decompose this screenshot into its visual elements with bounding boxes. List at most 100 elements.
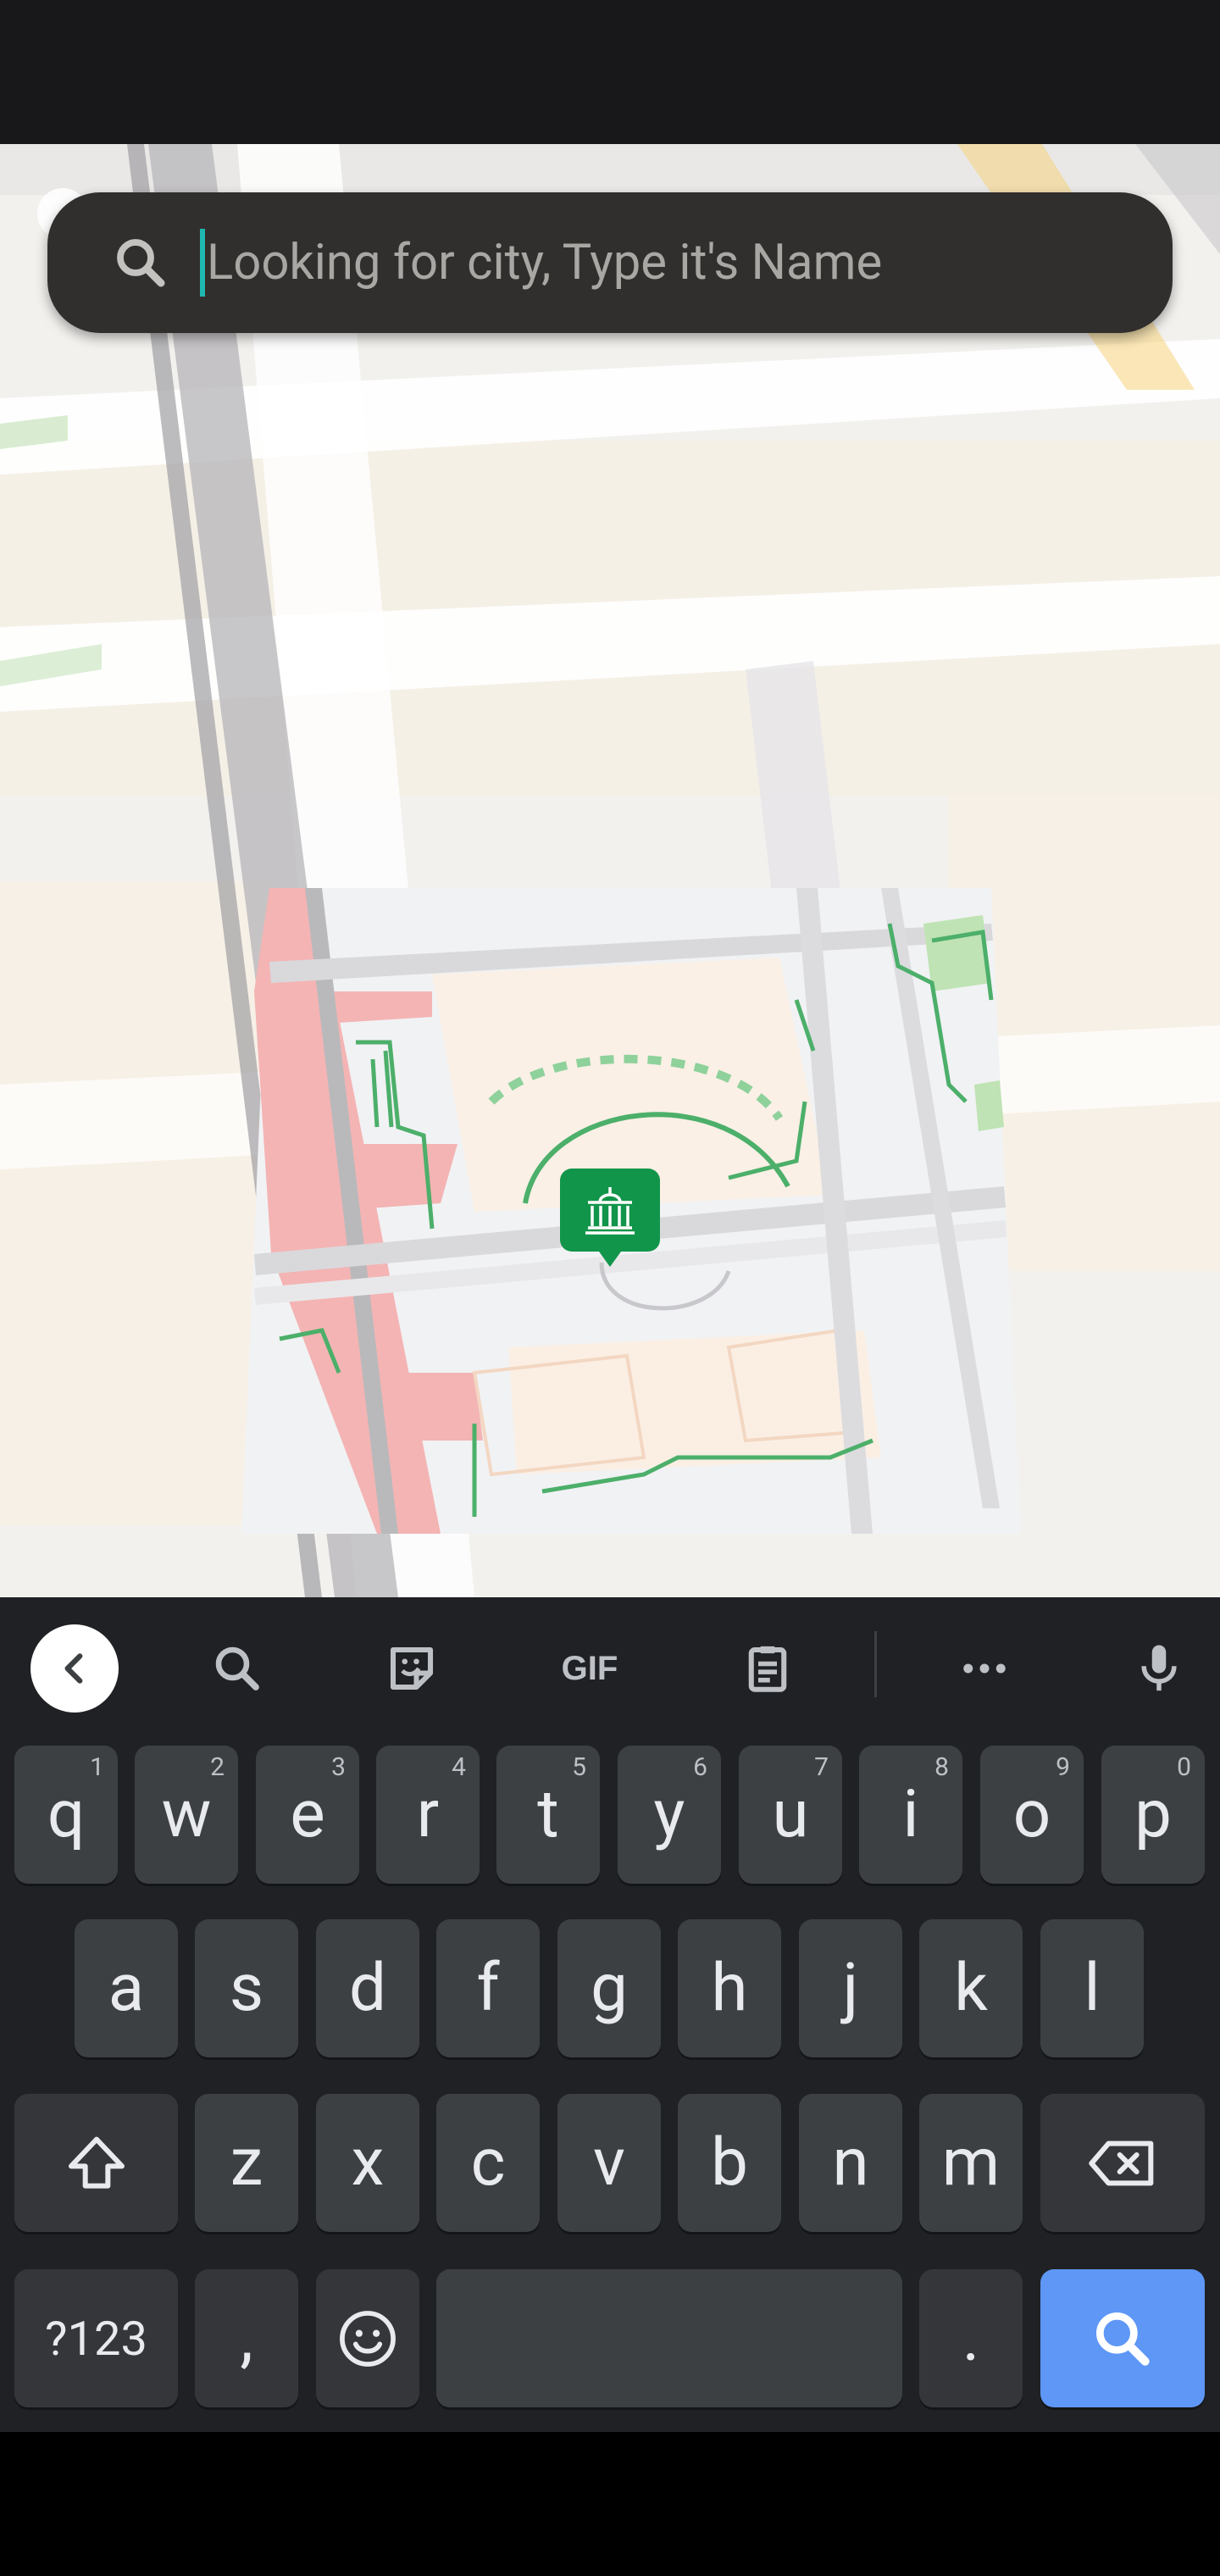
mic-icon bbox=[1141, 1645, 1177, 1691]
key-hint: 1 bbox=[90, 1752, 104, 1782]
key-label: i bbox=[902, 1776, 919, 1853]
shift-key[interactable] bbox=[14, 2094, 178, 2232]
key-label: d bbox=[349, 1950, 386, 2027]
gif-button[interactable]: GIF bbox=[547, 1629, 632, 1707]
status-bar bbox=[0, 0, 1220, 144]
key-label: l bbox=[1084, 1950, 1101, 2027]
key-m[interactable]: m bbox=[919, 2094, 1023, 2232]
key-b[interactable]: b bbox=[678, 2094, 781, 2232]
sticker-button[interactable] bbox=[373, 1629, 451, 1707]
map-view[interactable] bbox=[0, 144, 1220, 1597]
museum-pin[interactable] bbox=[560, 1169, 660, 1277]
key-q[interactable]: q1 bbox=[14, 1746, 118, 1884]
key-f[interactable]: f bbox=[436, 1919, 540, 2057]
key-n[interactable]: n bbox=[799, 2094, 902, 2232]
museum-icon bbox=[560, 1169, 660, 1267]
key-hint: 3 bbox=[331, 1752, 346, 1782]
gif-label: GIF bbox=[561, 1649, 618, 1687]
key-label: r bbox=[416, 1776, 440, 1853]
key-hint: 4 bbox=[452, 1752, 466, 1782]
shift-icon bbox=[68, 2136, 125, 2189]
search-action-key[interactable] bbox=[1040, 2269, 1205, 2407]
key-i[interactable]: i8 bbox=[859, 1746, 962, 1884]
search-icon bbox=[110, 232, 171, 293]
key-z[interactable]: z bbox=[195, 2094, 298, 2232]
space-key[interactable] bbox=[436, 2269, 902, 2407]
key-label: n bbox=[832, 2124, 869, 2201]
key-label: ?123 bbox=[45, 2310, 147, 2367]
key-v[interactable]: v bbox=[557, 2094, 661, 2232]
key-hint: 2 bbox=[210, 1752, 225, 1782]
keyboard-toolbar: GIF bbox=[0, 1597, 1220, 1733]
city-search-input[interactable] bbox=[205, 233, 1056, 292]
comma-key[interactable]: , bbox=[195, 2269, 298, 2407]
key-x[interactable]: x bbox=[316, 2094, 419, 2232]
collapse-toolbar-button[interactable] bbox=[30, 1624, 119, 1713]
key-label: h bbox=[711, 1950, 748, 2027]
key-u[interactable]: u7 bbox=[739, 1746, 842, 1884]
navigation-bar bbox=[0, 2432, 1220, 2576]
key-label: m bbox=[941, 2124, 1001, 2201]
key-label: c bbox=[470, 2124, 506, 2201]
key-label: f bbox=[476, 1950, 500, 2027]
key-label: t bbox=[537, 1776, 559, 1853]
key-hint: 6 bbox=[693, 1752, 707, 1782]
key-h[interactable]: h bbox=[678, 1919, 781, 2057]
more-icon bbox=[963, 1663, 1006, 1674]
backspace-icon bbox=[1089, 2140, 1154, 2185]
key-label: s bbox=[229, 1950, 264, 2027]
key-label: y bbox=[653, 1776, 685, 1853]
soft-keyboard: GIF q1 w2 e3 r4 t5 y6 u7 i8 o9 p0 a s d … bbox=[0, 1597, 1220, 2432]
key-hint: 7 bbox=[814, 1752, 829, 1782]
sticker-icon bbox=[390, 1646, 434, 1690]
key-label: k bbox=[954, 1950, 988, 2027]
keyboard-search-button[interactable] bbox=[198, 1629, 276, 1707]
toolbar-divider bbox=[874, 1631, 877, 1697]
key-c[interactable]: c bbox=[436, 2094, 540, 2232]
key-hint: 5 bbox=[572, 1752, 586, 1782]
map-background bbox=[0, 144, 1220, 1597]
key-label: b bbox=[711, 2124, 748, 2201]
key-label: o bbox=[1012, 1776, 1051, 1853]
key-d[interactable]: d bbox=[316, 1919, 419, 2057]
key-a[interactable]: a bbox=[75, 1919, 178, 2057]
key-o[interactable]: o9 bbox=[980, 1746, 1084, 1884]
key-j[interactable]: j bbox=[799, 1919, 902, 2057]
key-label: u bbox=[772, 1776, 809, 1853]
key-e[interactable]: e3 bbox=[256, 1746, 359, 1884]
key-label: x bbox=[351, 2124, 385, 2201]
clipboard-icon bbox=[748, 1646, 787, 1692]
key-p[interactable]: p0 bbox=[1101, 1746, 1205, 1884]
period-key[interactable]: . bbox=[919, 2269, 1023, 2407]
emoji-key[interactable] bbox=[316, 2269, 419, 2407]
key-label: a bbox=[108, 1950, 145, 2027]
key-w[interactable]: w2 bbox=[135, 1746, 238, 1884]
search-icon bbox=[1096, 2312, 1150, 2366]
key-label: , bbox=[240, 2300, 253, 2377]
key-g[interactable]: g bbox=[557, 1919, 661, 2057]
key-label: z bbox=[230, 2124, 263, 2201]
backspace-key[interactable] bbox=[1040, 2094, 1205, 2232]
key-label: v bbox=[593, 2124, 625, 2201]
symbols-key[interactable]: ?123 bbox=[14, 2269, 178, 2407]
voice-input-button[interactable] bbox=[1120, 1629, 1198, 1707]
key-label: q bbox=[47, 1776, 86, 1853]
key-l[interactable]: l bbox=[1040, 1919, 1144, 2057]
key-label: e bbox=[290, 1776, 325, 1853]
key-s[interactable]: s bbox=[195, 1919, 298, 2057]
key-t[interactable]: t5 bbox=[496, 1746, 600, 1884]
key-k[interactable]: k bbox=[919, 1919, 1023, 2057]
search-bar[interactable] bbox=[47, 192, 1173, 333]
chevron-left-icon bbox=[64, 1653, 83, 1684]
more-options-button[interactable] bbox=[946, 1629, 1023, 1707]
key-r[interactable]: r4 bbox=[376, 1746, 480, 1884]
search-icon bbox=[215, 1646, 259, 1690]
key-label: g bbox=[591, 1950, 628, 2027]
key-label: p bbox=[1134, 1776, 1172, 1853]
emoji-icon bbox=[340, 2310, 396, 2367]
key-label: . bbox=[962, 2300, 980, 2377]
key-hint: 8 bbox=[934, 1752, 949, 1782]
key-y[interactable]: y6 bbox=[618, 1746, 721, 1884]
clipboard-button[interactable] bbox=[729, 1629, 807, 1707]
key-label: j bbox=[842, 1950, 859, 2027]
